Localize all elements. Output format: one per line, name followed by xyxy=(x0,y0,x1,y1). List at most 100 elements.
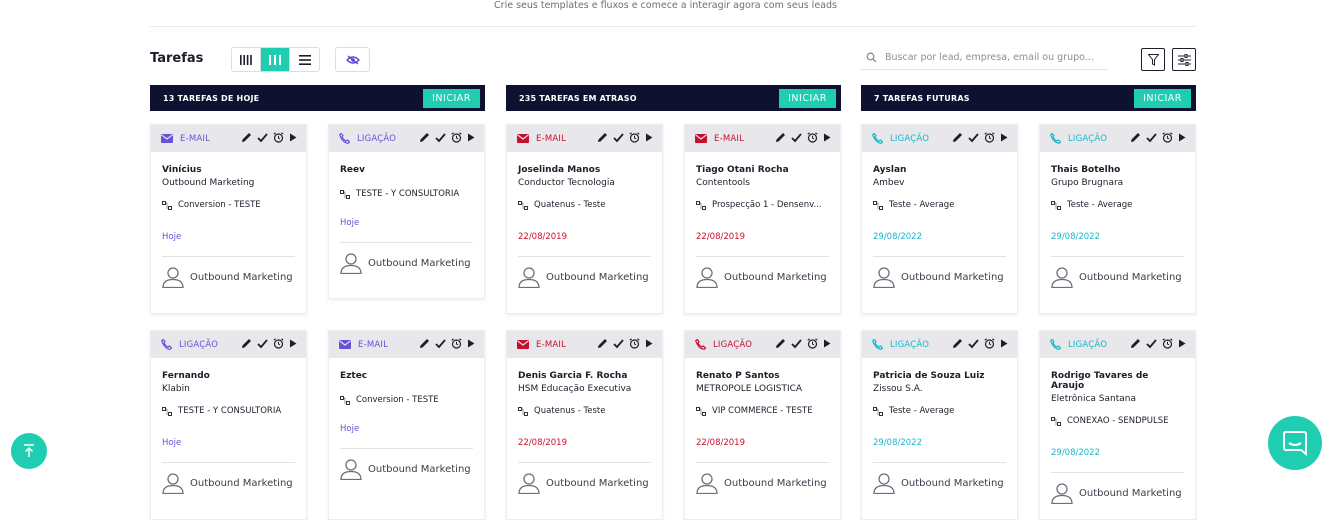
lead-name[interactable]: Eztec xyxy=(340,371,473,381)
alarm-clock-icon[interactable] xyxy=(984,132,995,143)
lead-name[interactable]: Vinícius xyxy=(162,165,295,175)
play-icon[interactable] xyxy=(1000,339,1008,348)
card-header: LIGAÇÃO xyxy=(1040,125,1195,152)
start-today-button[interactable]: INICIAR xyxy=(423,89,480,108)
play-icon[interactable] xyxy=(289,133,297,142)
mail-icon xyxy=(517,340,529,349)
settings-button[interactable] xyxy=(1172,48,1196,71)
task-card[interactable]: LIGAÇÃO Thais Botelho Grupo Brugnara Tes… xyxy=(1039,124,1196,314)
alarm-clock-icon[interactable] xyxy=(629,338,640,349)
check-icon[interactable] xyxy=(791,338,802,349)
check-icon[interactable] xyxy=(435,132,446,143)
search-box xyxy=(860,45,1108,70)
check-icon[interactable] xyxy=(257,132,268,143)
owner-row: Outbound Marketing xyxy=(162,266,295,288)
task-card[interactable]: LIGAÇÃO Reev TESTE - Y CONSULTORIA Hoje … xyxy=(328,124,485,299)
divider xyxy=(162,256,295,257)
pencil-icon[interactable] xyxy=(952,338,963,349)
lead-name[interactable]: Tiago Otani Rocha xyxy=(696,165,829,175)
task-card[interactable]: LIGAÇÃO Ayslan Ambev Teste - Average 29/… xyxy=(861,124,1018,314)
lead-name[interactable]: Patricia de Souza Luiz xyxy=(873,371,1006,381)
task-card[interactable]: E-MAIL Eztec Conversion - TESTE Hoje Out… xyxy=(328,330,485,520)
check-icon[interactable] xyxy=(435,338,446,349)
flow-row: Teste - Average xyxy=(1051,200,1184,210)
lead-name[interactable]: Renato P Santos xyxy=(696,371,829,381)
task-type: LIGAÇÃO xyxy=(890,339,930,350)
view-cards-button[interactable] xyxy=(261,48,290,71)
pencil-icon[interactable] xyxy=(1130,338,1141,349)
view-columns-button[interactable] xyxy=(232,48,261,71)
flow-name: Teste - Average xyxy=(889,406,955,416)
pencil-icon[interactable] xyxy=(597,132,608,143)
pencil-icon[interactable] xyxy=(775,132,786,143)
hide-toggle-button[interactable] xyxy=(335,47,370,72)
alarm-clock-icon[interactable] xyxy=(273,338,284,349)
column-header-today: 13 TAREFAS DE HOJE INICIAR xyxy=(150,85,485,111)
start-overdue-button[interactable]: INICIAR xyxy=(779,89,836,108)
lead-name[interactable]: Denis Garcia F. Rocha xyxy=(518,371,651,381)
flow-row: VIP COMMERCE - TESTE xyxy=(696,406,829,416)
pencil-icon[interactable] xyxy=(597,338,608,349)
alarm-clock-icon[interactable] xyxy=(984,338,995,349)
pencil-icon[interactable] xyxy=(241,338,252,349)
play-icon[interactable] xyxy=(467,133,475,142)
task-card[interactable]: E-MAIL Tiago Otani Rocha Contentools Pro… xyxy=(684,124,841,314)
task-card[interactable]: LIGAÇÃO Patricia de Souza Luiz Zissou S.… xyxy=(861,330,1018,520)
alarm-clock-icon[interactable] xyxy=(1162,132,1173,143)
pencil-icon[interactable] xyxy=(1130,132,1141,143)
alarm-clock-icon[interactable] xyxy=(629,132,640,143)
check-icon[interactable] xyxy=(968,132,979,143)
start-future-button[interactable]: INICIAR xyxy=(1134,89,1191,108)
lead-name[interactable]: Rodrigo Tavares de Araujo xyxy=(1051,371,1184,391)
alarm-clock-icon[interactable] xyxy=(807,338,818,349)
pencil-icon[interactable] xyxy=(419,132,430,143)
chat-launcher-button[interactable] xyxy=(1268,416,1322,470)
flow-row: TESTE - Y CONSULTORIA xyxy=(162,406,295,416)
check-icon[interactable] xyxy=(257,338,268,349)
alarm-clock-icon[interactable] xyxy=(451,338,462,349)
lead-name[interactable]: Fernando xyxy=(162,371,295,381)
scroll-top-button[interactable] xyxy=(11,433,47,469)
check-icon[interactable] xyxy=(1146,338,1157,349)
alarm-clock-icon[interactable] xyxy=(273,132,284,143)
flow-row: Quatenus - Teste xyxy=(518,406,651,416)
check-icon[interactable] xyxy=(613,132,624,143)
play-icon[interactable] xyxy=(645,339,653,348)
alarm-clock-icon[interactable] xyxy=(807,132,818,143)
card-body: Patricia de Souza Luiz Zissou S.A. Teste… xyxy=(862,371,1017,494)
play-icon[interactable] xyxy=(1000,133,1008,142)
lead-name[interactable]: Thais Botelho xyxy=(1051,165,1184,175)
pencil-icon[interactable] xyxy=(952,132,963,143)
check-icon[interactable] xyxy=(1146,132,1157,143)
check-icon[interactable] xyxy=(613,338,624,349)
pencil-icon[interactable] xyxy=(775,338,786,349)
lead-name[interactable]: Joselinda Manos xyxy=(518,165,651,175)
lead-name[interactable]: Reev xyxy=(340,165,473,175)
task-card[interactable]: E-MAIL Vinícius Outbound Marketing Conve… xyxy=(150,124,307,314)
check-icon[interactable] xyxy=(791,132,802,143)
filter-button[interactable] xyxy=(1141,48,1165,71)
play-icon[interactable] xyxy=(1178,133,1186,142)
play-icon[interactable] xyxy=(1178,339,1186,348)
lead-name[interactable]: Ayslan xyxy=(873,165,1006,175)
play-icon[interactable] xyxy=(823,133,831,142)
task-card[interactable]: LIGAÇÃO Rodrigo Tavares de Araujo Eletrô… xyxy=(1039,330,1196,520)
task-card[interactable]: E-MAIL Denis Garcia F. Rocha HSM Educaçã… xyxy=(506,330,663,520)
list-icon xyxy=(298,54,311,65)
task-card[interactable]: LIGAÇÃO Renato P Santos METROPOLE LOGIST… xyxy=(684,330,841,520)
play-icon[interactable] xyxy=(467,339,475,348)
alarm-clock-icon[interactable] xyxy=(451,132,462,143)
check-icon[interactable] xyxy=(968,338,979,349)
search-input[interactable] xyxy=(885,51,1105,63)
company-name: METROPOLE LOGISTICA xyxy=(696,384,803,394)
pencil-icon[interactable] xyxy=(419,338,430,349)
play-icon[interactable] xyxy=(289,339,297,348)
play-icon[interactable] xyxy=(645,133,653,142)
task-card[interactable]: LIGAÇÃO Fernando Klabin TESTE - Y CONSUL… xyxy=(150,330,307,520)
pencil-icon[interactable] xyxy=(241,132,252,143)
view-list-button[interactable] xyxy=(290,48,319,71)
play-icon[interactable] xyxy=(823,339,831,348)
alarm-clock-icon[interactable] xyxy=(1162,338,1173,349)
task-card[interactable]: E-MAIL Joselinda Manos Conductor Tecnolo… xyxy=(506,124,663,314)
divider xyxy=(696,256,829,257)
